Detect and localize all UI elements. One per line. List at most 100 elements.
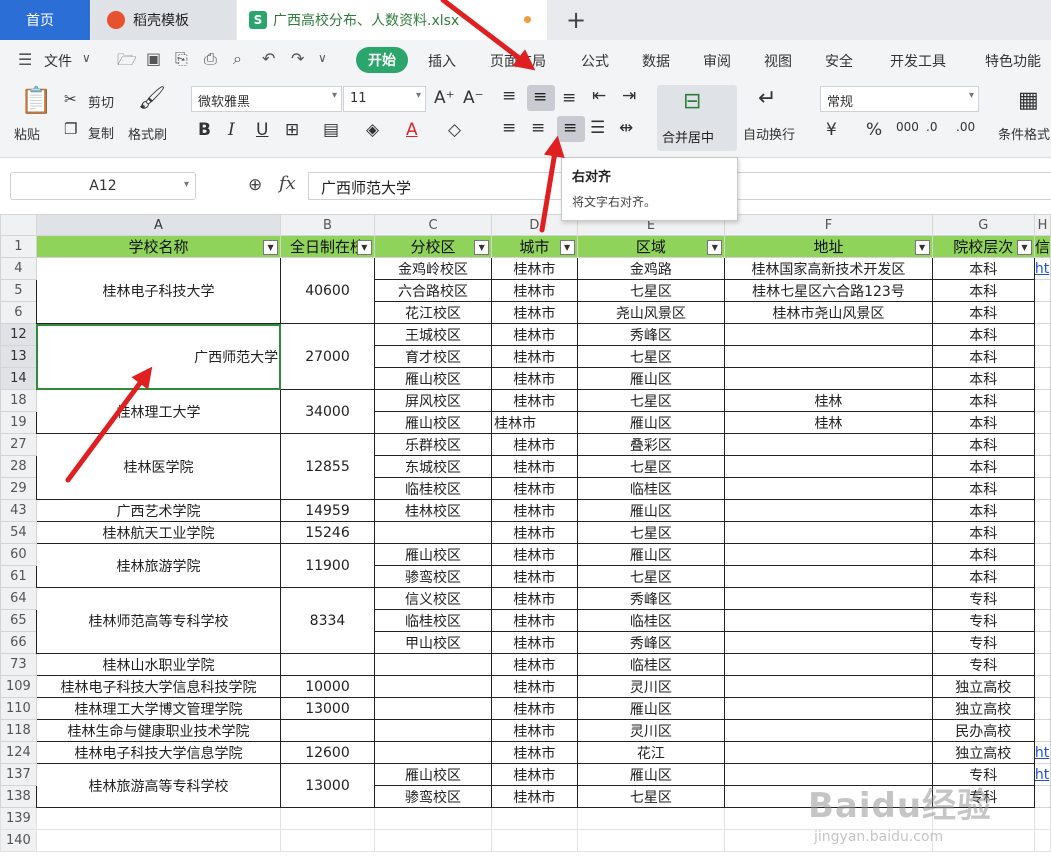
cell-level[interactable]: 专科 xyxy=(931,785,1035,808)
cell-link[interactable] xyxy=(1033,499,1051,522)
cell-address[interactable] xyxy=(724,323,933,346)
cell-address[interactable]: 桂林国家高新技术开发区 xyxy=(724,257,933,280)
quick-access-more-icon[interactable]: ∨ xyxy=(318,51,327,65)
cell-district[interactable]: 雁山区 xyxy=(576,411,726,434)
merge-center-button[interactable]: ⊟ 合并居中 xyxy=(657,85,737,151)
cell-student-count[interactable]: 14959 xyxy=(280,499,375,522)
cell-district[interactable]: 雁山区 xyxy=(576,763,726,786)
paste-icon[interactable]: 📋 xyxy=(20,86,52,116)
cell-city[interactable]: 桂林市 xyxy=(491,389,578,412)
cell-link[interactable] xyxy=(1033,587,1051,610)
cell-level[interactable]: 本科 xyxy=(931,543,1035,566)
cell-city[interactable]: 桂林市 xyxy=(491,499,578,522)
cell-school-name[interactable]: 桂林生命与健康职业技术学院 xyxy=(35,719,282,742)
cell-level[interactable]: 本科 xyxy=(931,411,1035,434)
empty-cell[interactable] xyxy=(724,829,933,852)
cell-campus[interactable]: 王城校区 xyxy=(373,323,493,346)
empty-cell[interactable] xyxy=(931,829,1035,852)
cell-link[interactable] xyxy=(1033,279,1051,302)
cell-district[interactable]: 花江 xyxy=(576,741,726,764)
cell-campus[interactable]: 屏风校区 xyxy=(373,389,493,412)
cell-address[interactable]: 桂林市尧山风景区 xyxy=(724,301,933,324)
menu-home[interactable]: 开始 xyxy=(356,47,408,73)
percent-icon[interactable]: % xyxy=(866,120,882,140)
align-right-button[interactable]: ≡ xyxy=(557,116,585,142)
cell-campus[interactable] xyxy=(373,719,493,742)
row-header[interactable]: 28 xyxy=(0,455,37,478)
fill-pattern-icon[interactable]: ▤ xyxy=(323,120,339,140)
cell-school-name[interactable]: 桂林理工大学 xyxy=(35,389,282,434)
cell-city[interactable]: 桂林市 xyxy=(491,741,578,764)
cell-level[interactable]: 专科 xyxy=(931,763,1035,786)
cell-district[interactable]: 临桂区 xyxy=(576,653,726,676)
cell-link[interactable] xyxy=(1033,477,1051,500)
row-header[interactable]: 1 xyxy=(0,235,37,258)
cell-level[interactable]: 专科 xyxy=(931,609,1035,632)
thousands-icon[interactable]: 000 xyxy=(896,120,919,134)
cell-district[interactable]: 叠彩区 xyxy=(576,433,726,456)
cell-city[interactable]: 桂林市 xyxy=(491,279,578,302)
header-cell[interactable]: 分校区 ▼ xyxy=(373,235,493,258)
cell-link[interactable] xyxy=(1033,521,1051,544)
cell-campus[interactable] xyxy=(373,741,493,764)
cell-campus[interactable] xyxy=(373,521,493,544)
cell-link[interactable]: ht xyxy=(1033,763,1051,786)
copy-button[interactable]: 复制 xyxy=(88,123,114,142)
cell-district[interactable]: 七星区 xyxy=(576,785,726,808)
menu-page-layout[interactable]: 页面布局 xyxy=(490,51,546,71)
column-header[interactable]: C xyxy=(373,214,493,236)
redo-icon[interactable]: ↷ xyxy=(291,49,304,68)
cell-city[interactable]: 桂林市 xyxy=(491,433,578,456)
decrease-indent-icon[interactable]: ⇤ xyxy=(592,86,606,106)
cell-city[interactable]: 桂林市 xyxy=(491,301,578,324)
cell-student-count[interactable] xyxy=(280,653,375,676)
column-header[interactable]: A xyxy=(35,214,282,236)
row-header[interactable]: 137 xyxy=(0,763,37,786)
increase-decimal-icon[interactable]: .0 xyxy=(926,120,937,134)
cell-link[interactable] xyxy=(1033,653,1051,676)
cell-level[interactable]: 专科 xyxy=(931,631,1035,654)
cell-campus[interactable] xyxy=(373,697,493,720)
cell-address[interactable] xyxy=(724,631,933,654)
cell-school-name[interactable]: 桂林电子科技大学信息科技学院 xyxy=(35,675,282,698)
align-top-icon[interactable]: ≡ xyxy=(502,86,516,106)
cell-city[interactable]: 桂林市 xyxy=(491,653,578,676)
filter-dropdown-icon[interactable]: ▼ xyxy=(1016,240,1032,255)
column-header[interactable]: B xyxy=(280,214,375,236)
cell-district[interactable]: 七星区 xyxy=(576,389,726,412)
chevron-down-icon[interactable]: ∨ xyxy=(82,51,91,65)
menu-developer[interactable]: 开发工具 xyxy=(890,51,946,71)
cell-student-count[interactable]: 15246 xyxy=(280,521,375,544)
cell-city[interactable]: 桂林市 xyxy=(491,455,578,478)
decrease-decimal-icon[interactable]: .00 xyxy=(956,120,975,134)
menu-special-features[interactable]: 特色功能 xyxy=(985,51,1041,71)
print-icon[interactable]: ⎙ xyxy=(204,49,217,69)
empty-cell[interactable] xyxy=(35,829,282,852)
cell-link[interactable] xyxy=(1033,631,1051,654)
align-middle-button[interactable]: ≡ xyxy=(527,85,555,111)
format-painter-icon[interactable]: 🖌 xyxy=(138,86,166,111)
cell-school-name[interactable]: 桂林旅游学院 xyxy=(35,543,282,588)
cell-campus[interactable]: 桂林校区 xyxy=(373,499,493,522)
cell-district[interactable]: 秀峰区 xyxy=(576,587,726,610)
cell-student-count[interactable]: 27000 xyxy=(280,323,375,390)
empty-cell[interactable] xyxy=(373,807,493,830)
cell-address[interactable] xyxy=(724,719,933,742)
header-cell[interactable]: 区域 ▼ xyxy=(576,235,726,258)
cell-link[interactable] xyxy=(1033,345,1051,368)
cell-link[interactable] xyxy=(1033,719,1051,742)
cell-city[interactable]: 桂林市 xyxy=(491,675,578,698)
empty-cell[interactable] xyxy=(491,829,578,852)
wrap-text-icon[interactable]: ↵ xyxy=(758,86,776,111)
cell-student-count[interactable]: 11900 xyxy=(280,543,375,588)
cell-school-name[interactable]: 桂林师范高等专科学校 xyxy=(35,587,282,654)
cell-campus[interactable]: 六合路校区 xyxy=(373,279,493,302)
row-header[interactable]: 65 xyxy=(0,609,37,632)
cell-level[interactable]: 本科 xyxy=(931,389,1035,412)
cell-district[interactable]: 金鸡路 xyxy=(576,257,726,280)
cell-level[interactable]: 本科 xyxy=(931,521,1035,544)
header-cell[interactable]: 全日制在校 ▼ xyxy=(280,235,375,258)
print-preview-icon[interactable]: ⌕ xyxy=(233,49,242,69)
cell-city[interactable]: 桂林市 xyxy=(491,257,578,280)
cell-address[interactable] xyxy=(724,697,933,720)
